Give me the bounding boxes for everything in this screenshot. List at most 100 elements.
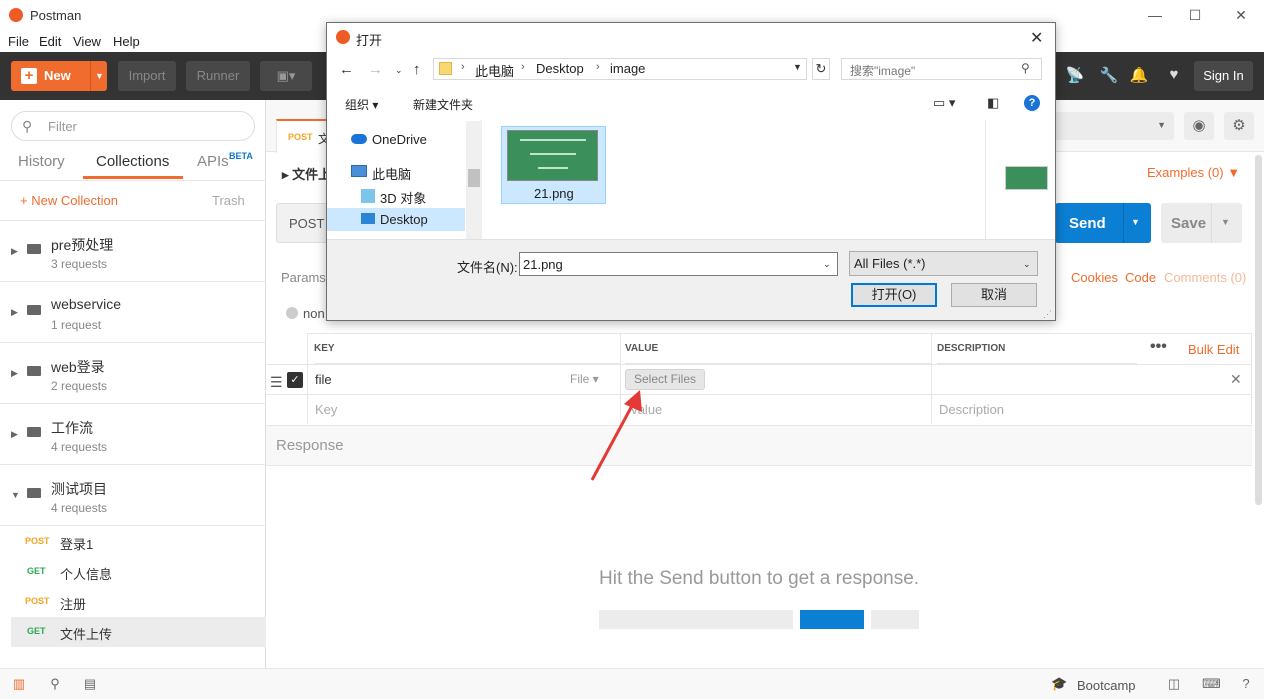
satellite-icon[interactable]: 📡 — [1064, 66, 1086, 86]
keyboard-icon[interactable]: ⌨ — [1202, 676, 1221, 692]
nav-scrollbar-thumb[interactable] — [468, 169, 480, 187]
help-icon[interactable]: ? — [1024, 95, 1040, 111]
bootcamp-link[interactable]: Bootcamp — [1077, 678, 1136, 693]
bell-icon[interactable]: 🔔 — [1128, 66, 1150, 86]
trash-button[interactable]: Trash — [212, 193, 245, 208]
caret-right-icon[interactable]: ▶ — [11, 246, 18, 257]
minimize-icon[interactable]: — — [1140, 4, 1170, 26]
collection-item[interactable]: ▼ 测试项目 4 requests — [0, 465, 266, 526]
organize-menu[interactable]: 组织 ▾ — [345, 96, 378, 113]
sidebar-toggle-icon[interactable]: ▥ — [11, 676, 27, 692]
request-item[interactable]: POST 注册 — [0, 587, 266, 617]
nav-item-desktop[interactable]: Desktop — [380, 212, 428, 227]
caret-right-icon[interactable]: ▶ — [11, 307, 18, 318]
menu-help[interactable]: Help — [113, 34, 140, 49]
close-icon[interactable]: ✕ — [1030, 28, 1043, 48]
import-button[interactable]: Import — [118, 61, 176, 91]
close-window-icon[interactable]: ✕ — [1226, 4, 1256, 26]
bulk-edit-link[interactable]: Bulk Edit — [1188, 342, 1239, 357]
nav-item-onedrive[interactable]: OneDrive — [372, 132, 427, 147]
menu-file[interactable]: File — [8, 34, 29, 49]
caret-right-icon[interactable]: ▶ — [11, 429, 18, 440]
caret-down-icon[interactable]: ▼ — [11, 490, 20, 500]
select-files-button[interactable]: Select Files — [625, 369, 705, 390]
chevron-down-icon[interactable]: ▼ — [1131, 217, 1140, 227]
collection-item[interactable]: ▶ web登录 2 requests — [0, 343, 266, 404]
new-collection-button[interactable]: + New Collection — [20, 193, 118, 208]
maximize-icon[interactable]: ☐ — [1180, 4, 1210, 26]
new-folder-button[interactable]: 新建文件夹 — [413, 96, 473, 113]
code-link[interactable]: Code — [1125, 270, 1156, 285]
console-icon[interactable]: ▤ — [82, 676, 98, 692]
layout-icon[interactable]: ◫ — [1166, 676, 1182, 692]
examples-dropdown[interactable]: Examples (0) ▼ — [1147, 165, 1240, 180]
new-button[interactable]: + New ▼ — [11, 61, 107, 91]
refresh-icon[interactable]: ↻ — [812, 58, 830, 80]
gear-icon[interactable]: ⚙ — [1224, 112, 1254, 140]
body-radio[interactable] — [286, 307, 298, 319]
drag-handle-icon[interactable]: ☰ — [270, 374, 283, 391]
chevron-down-icon[interactable]: ⌄ — [395, 65, 403, 76]
nav-item-this-pc[interactable]: 此电脑 — [372, 164, 411, 183]
save-button[interactable]: Save ▼ — [1161, 203, 1242, 243]
chevron-down-icon[interactable]: ▼ — [1221, 217, 1230, 227]
status-bar — [0, 668, 1264, 699]
help-icon[interactable]: ? — [1238, 676, 1254, 692]
menu-view[interactable]: View — [73, 34, 101, 49]
request-item-active[interactable]: GET 文件上传 — [11, 617, 266, 647]
collection-item[interactable]: ▶ webservice 1 request — [0, 282, 266, 343]
tab-collections[interactable]: Collections — [96, 153, 169, 170]
comments-link[interactable]: Comments (0) — [1164, 270, 1246, 285]
back-arrow-icon[interactable]: ← — [339, 61, 354, 78]
up-arrow-icon[interactable]: ↑ — [413, 61, 421, 78]
breadcrumb-image[interactable]: image — [610, 61, 645, 76]
breadcrumb-this-pc[interactable]: 此电脑 — [475, 61, 514, 80]
window-title: Postman — [30, 8, 82, 23]
forward-arrow-icon[interactable]: → — [368, 61, 383, 78]
folder-icon — [439, 62, 452, 75]
tab-history[interactable]: History — [18, 153, 65, 170]
tab-params[interactable]: Params — [281, 270, 326, 285]
chevron-down-icon[interactable]: ▼ — [95, 71, 104, 81]
resize-grip-icon[interactable]: ⋰ — [1043, 309, 1052, 320]
tab-apis[interactable]: APIs — [197, 153, 229, 170]
folder-icon — [27, 427, 41, 437]
new-window-button[interactable]: ▣▾ — [260, 61, 312, 91]
view-mode-icon[interactable]: ▭ ▾ — [933, 95, 955, 111]
row-checkbox[interactable]: ✓ — [287, 372, 303, 388]
send-button[interactable]: Send ▼ — [1055, 203, 1151, 243]
row-type-label: File — [570, 372, 590, 386]
method-select[interactable]: POST — [276, 203, 332, 243]
runner-button[interactable]: Runner — [186, 61, 250, 91]
filename-input[interactable] — [519, 252, 838, 276]
cancel-button[interactable]: 取消 — [951, 283, 1037, 307]
open-button[interactable]: 打开(O) — [851, 283, 937, 307]
collection-item[interactable]: ▶ pre预处理 3 requests — [0, 221, 266, 282]
chevron-down-icon[interactable]: ▼ — [793, 62, 802, 72]
bootcamp-icon[interactable]: 🎓 — [1051, 676, 1067, 692]
scrollbar[interactable] — [1255, 155, 1262, 505]
request-item[interactable]: GET 个人信息 — [0, 557, 266, 587]
chevron-down-icon[interactable]: ⌄ — [823, 259, 831, 270]
caret-right-icon[interactable]: ▶ — [11, 368, 18, 379]
environment-select[interactable]: ▼ — [1050, 112, 1174, 140]
row-type-select[interactable]: File ▾ — [570, 372, 599, 386]
heart-icon[interactable]: ♥ — [1163, 66, 1185, 86]
cookies-link[interactable]: Cookies — [1071, 270, 1118, 285]
wrench-icon[interactable]: 🔧 — [1098, 66, 1120, 86]
menu-edit[interactable]: Edit — [39, 34, 61, 49]
request-item[interactable]: POST 登录1 — [0, 527, 266, 557]
nav-item-3d-objects[interactable]: 3D 对象 — [380, 188, 426, 207]
description-input[interactable]: Description — [939, 402, 1004, 417]
key-input[interactable]: Key — [315, 402, 337, 417]
eye-icon[interactable]: ◉ — [1184, 112, 1214, 140]
close-icon[interactable]: ✕ — [1230, 371, 1242, 388]
file-name-label: 21.png — [534, 186, 574, 201]
breadcrumb-desktop[interactable]: Desktop — [536, 61, 584, 76]
search-icon[interactable]: ⚲ — [47, 676, 63, 692]
collection-item[interactable]: ▶ 工作流 4 requests — [0, 404, 266, 465]
sign-in-button[interactable]: Sign In — [1194, 61, 1253, 91]
row-key[interactable]: file — [315, 372, 332, 387]
preview-pane-icon[interactable]: ◧ — [987, 95, 999, 111]
more-options-icon[interactable]: ••• — [1150, 338, 1167, 356]
